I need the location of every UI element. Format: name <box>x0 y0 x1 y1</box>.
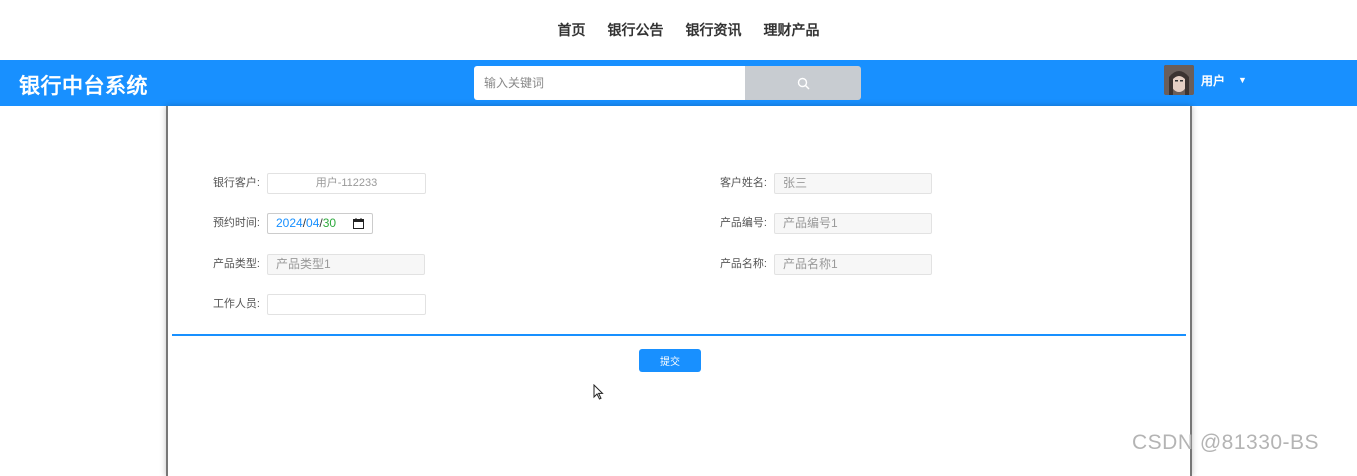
customer-label: 银行客户: <box>212 177 260 189</box>
app-header: 银行中台系统 用户 ▼ <box>0 60 1357 106</box>
form-card: 银行客户: 用户-112233 客户姓名: 张三 预约时间: 2024/04/3… <box>166 106 1192 476</box>
product-code-field[interactable]: 产品编号1 <box>774 213 932 234</box>
customer-name-field[interactable]: 张三 <box>774 173 932 194</box>
staff-label: 工作人员: <box>212 298 260 310</box>
form-divider <box>172 334 1186 336</box>
nav-bank-announcements[interactable]: 银行公告 <box>608 20 664 40</box>
appointment-time-picker[interactable]: 2024/04/30 <box>267 213 373 234</box>
search-icon <box>797 77 809 89</box>
staff-field[interactable] <box>267 294 426 315</box>
mouse-cursor-icon <box>593 384 604 400</box>
date-year: 2024 <box>276 216 303 230</box>
product-name-label: 产品名称: <box>719 258 767 270</box>
customer-name-label: 客户姓名: <box>719 177 767 189</box>
customer-field[interactable]: 用户-112233 <box>267 173 426 194</box>
product-type-label: 产品类型: <box>212 258 260 270</box>
watermark: CSDN @81330-BS <box>1132 431 1320 454</box>
caret-down-icon: ▼ <box>1238 75 1247 85</box>
product-type-field[interactable]: 产品类型1 <box>267 254 425 275</box>
calendar-icon[interactable] <box>353 218 364 229</box>
product-name-field[interactable]: 产品名称1 <box>774 254 932 275</box>
nav-bank-news[interactable]: 银行资讯 <box>686 20 742 40</box>
submit-button[interactable]: 提交 <box>639 349 701 372</box>
nav-home[interactable]: 首页 <box>558 20 586 40</box>
appointment-time-label: 预约时间: <box>212 217 260 229</box>
date-value: 2024/04/30 <box>276 216 337 230</box>
user-menu[interactable]: 用户 ▼ <box>1164 65 1247 95</box>
product-code-label: 产品编号: <box>719 217 767 229</box>
date-month: 04 <box>306 216 320 230</box>
search-button[interactable] <box>745 66 861 100</box>
date-day: 30 <box>322 216 337 230</box>
brand-title: 银行中台系统 <box>19 75 148 98</box>
avatar <box>1164 65 1194 95</box>
user-name: 用户 <box>1201 73 1226 88</box>
nav-wealth-products[interactable]: 理财产品 <box>764 20 820 40</box>
search-input[interactable] <box>474 66 745 100</box>
top-navigation: 首页 银行公告 银行资讯 理财产品 <box>0 0 1357 60</box>
